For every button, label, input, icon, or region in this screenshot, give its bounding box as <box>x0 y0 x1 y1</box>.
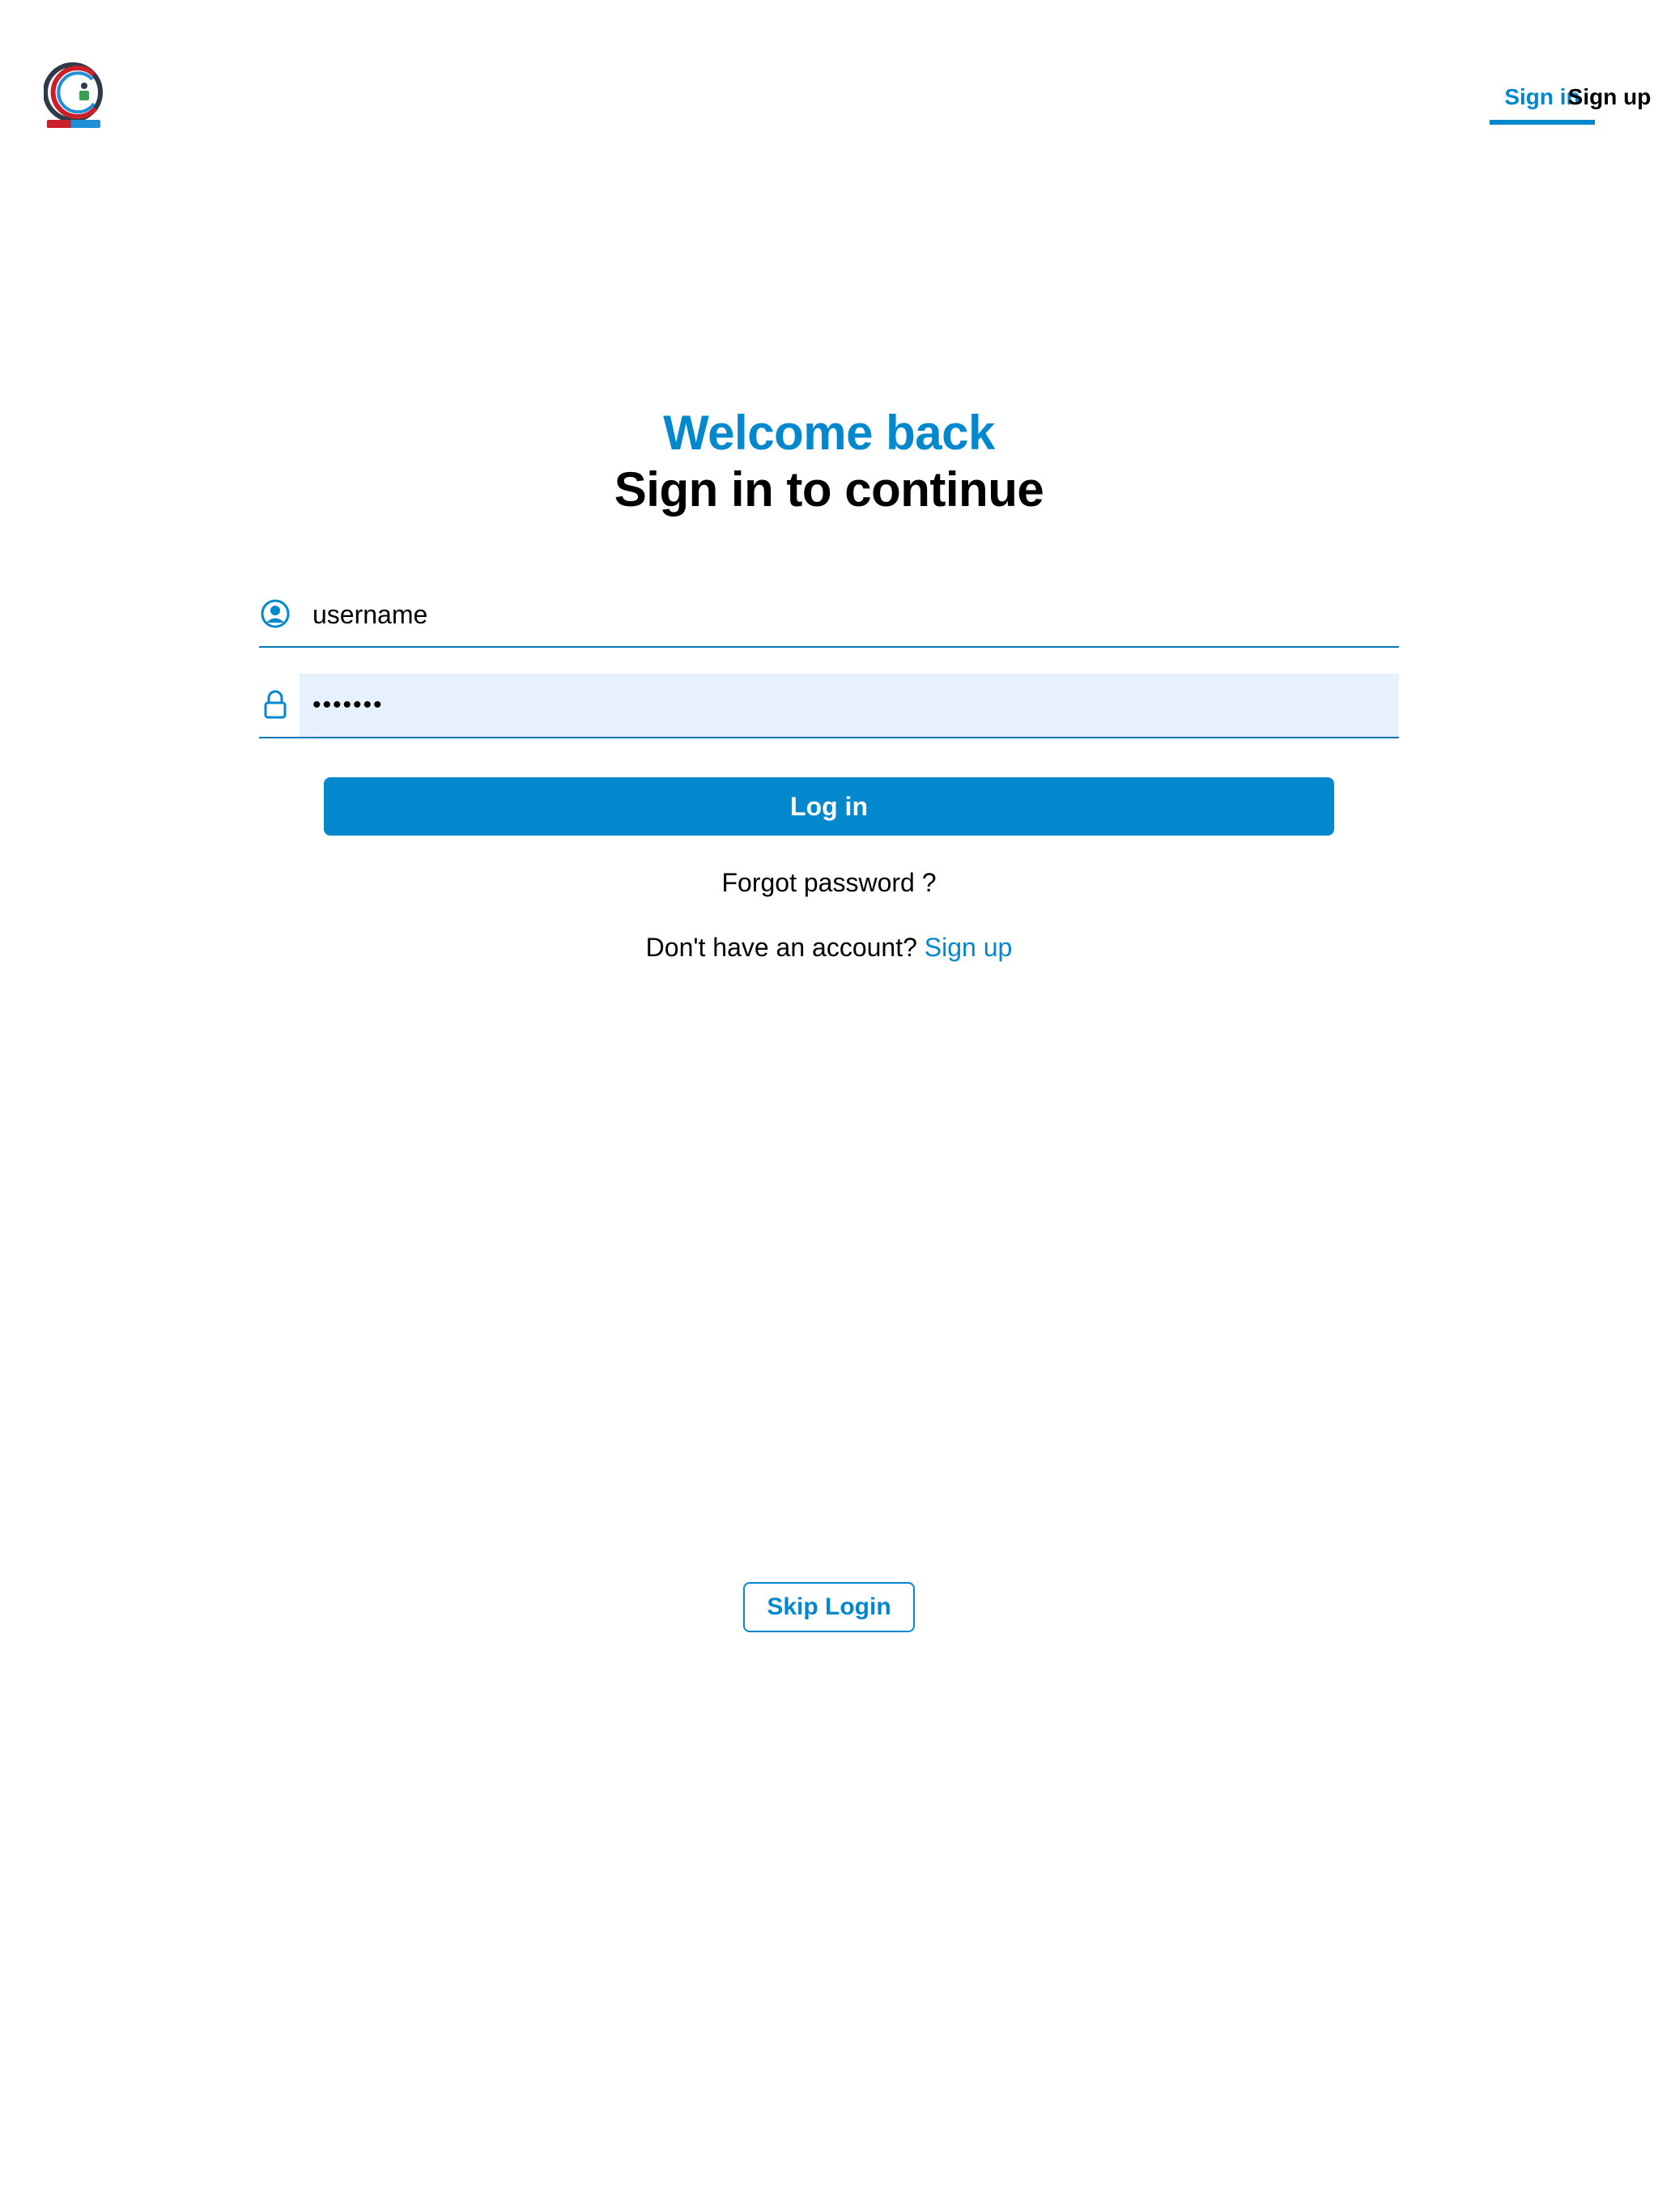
user-circle-icon <box>259 598 291 630</box>
password-input[interactable] <box>300 674 1399 737</box>
welcome-heading: Welcome back <box>663 406 995 460</box>
signup-link[interactable]: Sign up <box>925 933 1013 962</box>
password-input-area <box>300 674 1399 737</box>
password-field <box>259 674 1399 738</box>
lock-icon <box>259 688 291 721</box>
skip-login-button[interactable]: Skip Login <box>743 1582 915 1632</box>
signup-prompt: Don't have an account? Sign up <box>0 933 1658 963</box>
username-field <box>259 583 1399 648</box>
no-account-text: Don't have an account? <box>645 933 925 962</box>
app-logo <box>43 62 107 131</box>
forgot-password-link[interactable]: Forgot password ? <box>0 868 1658 898</box>
page-title: Sign in to continue <box>614 462 1044 517</box>
username-input-area <box>300 583 1399 646</box>
login-page: Sign in Sign up Welcome back Sign in to … <box>0 0 1658 2212</box>
username-input[interactable] <box>300 583 1399 646</box>
tab-sign-up[interactable]: Sign up <box>1564 78 1655 125</box>
login-button[interactable]: Log in <box>324 777 1334 836</box>
